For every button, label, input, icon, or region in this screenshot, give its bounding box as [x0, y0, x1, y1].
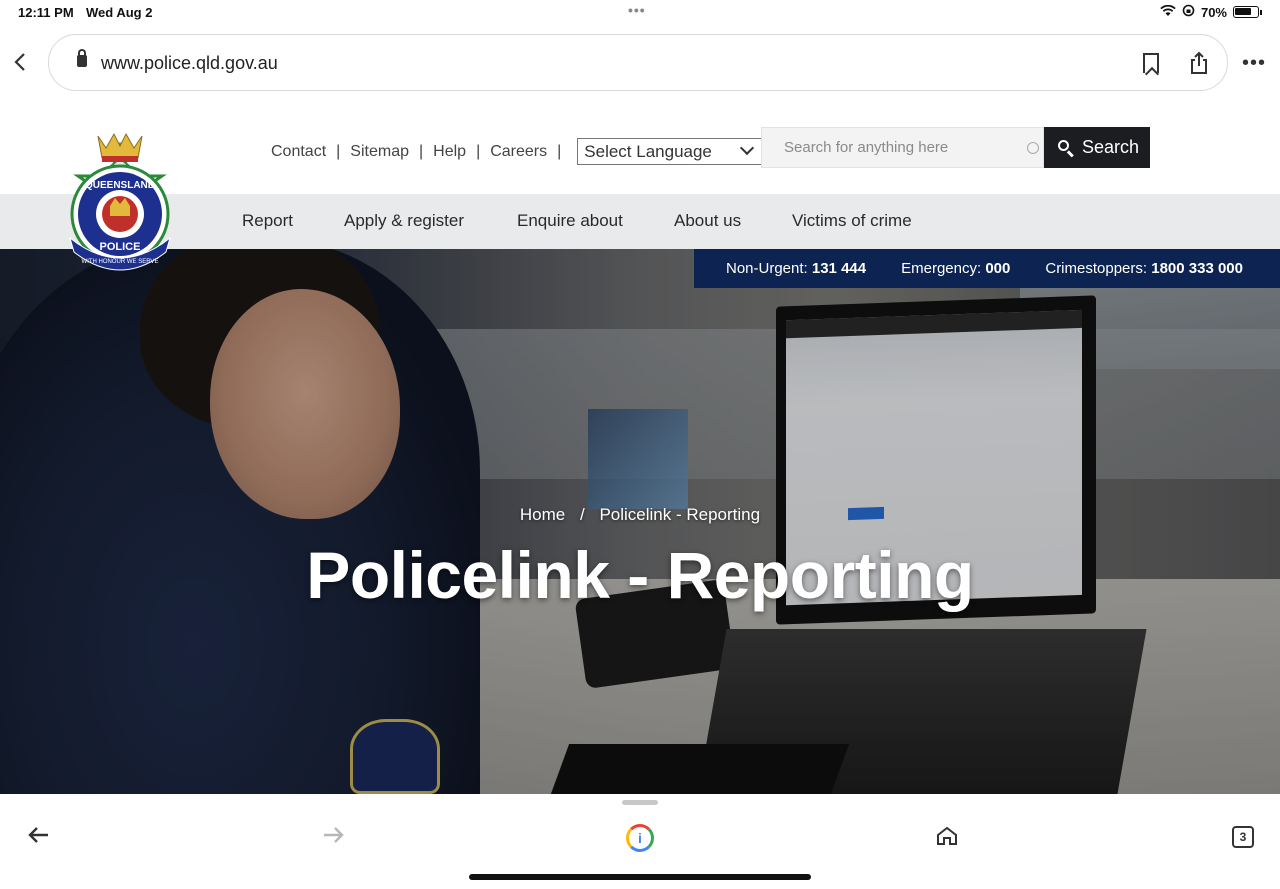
breadcrumb-current: Policelink - Reporting [599, 505, 761, 524]
orientation-lock-icon [1182, 4, 1195, 20]
battery-percent: 70% [1200, 4, 1227, 20]
search-input[interactable] [762, 128, 1002, 167]
status-indicators: 70% [1160, 4, 1262, 20]
status-time: 12:11 PM [18, 5, 74, 20]
nav-item-report[interactable]: Report [242, 211, 293, 231]
svg-text:POLICE: POLICE [100, 241, 141, 253]
page-info-icon[interactable]: i [626, 824, 654, 852]
chevron-down-icon [740, 140, 755, 156]
breadcrumb: Home / Policelink - Reporting [0, 505, 1280, 525]
browser-toolbar: i 3 [0, 794, 1280, 889]
search-button[interactable]: Search [1044, 127, 1150, 168]
status-bar: 12:11 PM Wed Aug 2 ••• 70% [0, 0, 1280, 26]
grabber-handle[interactable] [622, 800, 658, 805]
main-nav: Report Apply & register Enquire about Ab… [0, 194, 1280, 249]
util-link-sitemap[interactable]: Sitemap [350, 143, 409, 161]
back-arrow-icon[interactable] [26, 824, 50, 852]
forward-arrow-icon[interactable] [322, 824, 346, 852]
breadcrumb-separator: / [579, 505, 585, 524]
divider: | [419, 142, 424, 160]
tab-switcher-icon[interactable]: 3 [1232, 826, 1254, 848]
utility-nav: Contact | Sitemap | Help | Careers | Sel… [271, 138, 766, 165]
lock-icon [77, 49, 87, 67]
svg-text:QUEENSLAND: QUEENSLAND [85, 180, 155, 191]
non-urgent-contact[interactable]: Non-Urgent: 131 444 [726, 260, 866, 277]
browser-back-chevron-icon[interactable] [14, 52, 26, 78]
url-bar[interactable]: www.police.qld.gov.au [48, 34, 1228, 91]
multitasking-dots-icon[interactable]: ••• [628, 2, 646, 18]
divider: | [557, 142, 562, 160]
language-select[interactable]: Select Language [577, 138, 766, 165]
hero-banner: Non-Urgent: 131 444 Emergency: 000 Crime… [0, 249, 1280, 794]
util-link-careers[interactable]: Careers [490, 143, 547, 161]
nav-item-about-us[interactable]: About us [674, 211, 741, 231]
nav-item-victims-of-crime[interactable]: Victims of crime [792, 211, 912, 231]
page-title: Policelink - Reporting [306, 538, 974, 612]
svg-text:WITH HONOUR WE SERVE: WITH HONOUR WE SERVE [82, 259, 159, 265]
home-indicator[interactable] [469, 874, 811, 880]
breadcrumb-home[interactable]: Home [520, 505, 565, 524]
divider: | [336, 142, 341, 160]
wifi-icon [1160, 4, 1176, 20]
search-box [761, 127, 1044, 168]
nav-item-apply-register[interactable]: Apply & register [344, 211, 464, 231]
more-options-icon[interactable]: ••• [1242, 52, 1266, 75]
bookmark-icon[interactable] [1143, 53, 1159, 73]
status-date: Wed Aug 2 [86, 5, 153, 20]
contact-numbers-strip: Non-Urgent: 131 444 Emergency: 000 Crime… [694, 249, 1280, 288]
crimestoppers-contact[interactable]: Crimestoppers: 1800 333 000 [1045, 260, 1243, 277]
util-link-contact[interactable]: Contact [271, 143, 326, 161]
home-icon[interactable] [936, 826, 958, 846]
util-link-help[interactable]: Help [433, 143, 466, 161]
nav-item-enquire-about[interactable]: Enquire about [517, 211, 623, 231]
loading-ring-icon [1027, 142, 1039, 154]
url-text[interactable]: www.police.qld.gov.au [101, 53, 278, 74]
emergency-contact[interactable]: Emergency: 000 [901, 260, 1010, 277]
search-icon [1058, 139, 1074, 156]
language-select-value: Select Language [584, 141, 712, 161]
battery-icon [1233, 6, 1259, 18]
divider: | [476, 142, 481, 160]
queensland-police-logo[interactable]: QUEENSLAND POLICE WITH HONOUR WE SERVE [58, 128, 182, 284]
share-icon[interactable] [1189, 51, 1209, 75]
browser-address-row: www.police.qld.gov.au ••• [0, 34, 1280, 92]
site-header: Report Apply & register Enquire about Ab… [0, 92, 1280, 271]
search-button-label: Search [1082, 137, 1140, 157]
